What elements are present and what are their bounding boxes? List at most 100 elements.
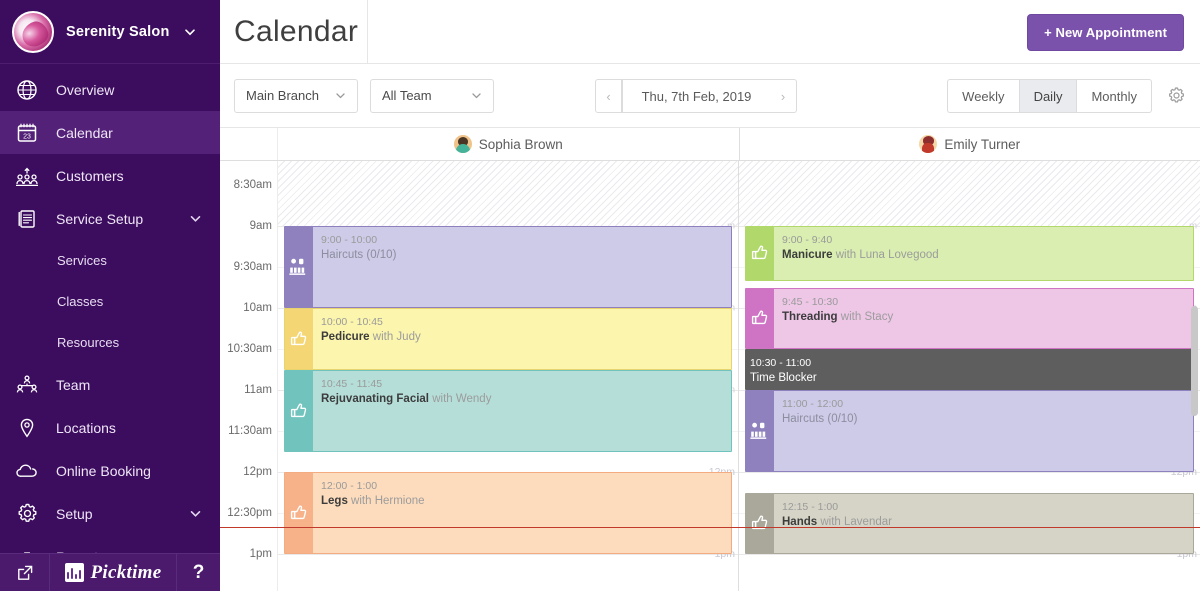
sidebar-item-label: Online Booking (56, 463, 220, 479)
view-daily-button[interactable]: Daily (1019, 79, 1077, 113)
sidebar-item-label: Overview (56, 82, 220, 98)
sidebar-item-locations[interactable]: Locations (0, 406, 220, 449)
sidebar-item-setup[interactable]: Setup (0, 492, 220, 535)
sidebar-item-label: Customers (56, 168, 220, 184)
product-logo[interactable]: Picktime (50, 554, 176, 591)
event-time: 11:00 - 12:00 (782, 397, 1193, 411)
top-header: Calendar + New Appointment (220, 0, 1200, 64)
current-date-label[interactable]: Thu, 7th Feb, 2019 (622, 79, 770, 113)
calendar-column-headers: Sophia Brown Emily Turner (220, 128, 1200, 161)
sidebar-item-label: Service Setup (56, 211, 173, 227)
event-time: 10:45 - 11:45 (321, 377, 731, 391)
thumbs-up-icon (746, 494, 774, 554)
calendar-event[interactable]: 10:30 - 11:00Time Blocker (745, 349, 1194, 390)
prev-date-button[interactable]: ‹ (595, 79, 622, 113)
current-time-line (220, 527, 1200, 528)
calendar-event[interactable]: 12:00 - 1:00Legs with Hermione (284, 472, 732, 554)
sidebar: Serenity Salon Overview 23 Calendar (0, 0, 220, 591)
non-working-hours (278, 161, 738, 226)
calendar-toolbar: Main Branch All Team ‹ Thu, 7th Feb, 201… (220, 64, 1200, 128)
gear-icon (1167, 86, 1186, 105)
chevron-down-icon (189, 212, 202, 225)
scrollbar-thumb[interactable] (1191, 306, 1198, 416)
customers-icon (14, 163, 40, 189)
sidebar-bottom-bar: Picktime ? (0, 553, 220, 591)
sidebar-item-overview[interactable]: Overview (0, 68, 220, 111)
team-icon (14, 372, 40, 398)
main-area: Calendar + New Appointment Main Branch A… (220, 0, 1200, 591)
external-link-button[interactable] (0, 554, 50, 591)
sidebar-item-label: Calendar (56, 125, 220, 141)
event-body: 9:00 - 10:00Haircuts (0/10) (313, 227, 731, 307)
sidebar-item-label: Team (56, 377, 220, 393)
sidebar-nav: Overview 23 Calendar Customers Service S… (0, 64, 220, 578)
calendar-app: Serenity Salon Overview 23 Calendar (0, 0, 1200, 591)
sidebar-subitem-resources[interactable]: Resources (0, 322, 220, 363)
thumbs-up-icon (285, 371, 313, 451)
calendar-event[interactable]: 10:45 - 11:45Rejuvanating Facial with We… (284, 370, 732, 452)
calendar-event[interactable]: 12:15 - 1:00Hands with Lavendar (745, 493, 1194, 555)
event-time: 9:00 - 10:00 (321, 233, 731, 247)
event-title: Threading with Stacy (782, 309, 1193, 325)
sidebar-item-calendar[interactable]: 23 Calendar (0, 111, 220, 154)
grid-line (739, 472, 1200, 473)
event-title: Haircuts (0/10) (321, 247, 731, 263)
help-icon: ? (193, 562, 205, 584)
avatar (454, 135, 472, 153)
brand-selector[interactable]: Serenity Salon (0, 0, 220, 64)
calendar-event[interactable]: 10:00 - 10:45Pedicure with Judy (284, 308, 732, 370)
chevron-down-icon (184, 26, 196, 38)
calendar-event[interactable]: 9:00 - 9:40Manicure with Luna Lovegood (745, 226, 1194, 281)
event-title: Pedicure with Judy (321, 329, 731, 345)
calendar-event[interactable]: 9:45 - 10:30Threading with Stacy (745, 288, 1194, 350)
calendar-scroll-area[interactable]: 8:30am9am9:30am10am10:30am11am11:30am12p… (220, 161, 1200, 591)
team-select-value: All Team (382, 88, 432, 103)
time-label: 10:30am (227, 343, 272, 355)
sidebar-subitem-services[interactable]: Services (0, 240, 220, 281)
new-appointment-button[interactable]: + New Appointment (1027, 14, 1184, 51)
branch-select[interactable]: Main Branch (234, 79, 358, 113)
event-title: Rejuvanating Facial with Wendy (321, 391, 731, 407)
event-body: 10:00 - 10:45Pedicure with Judy (313, 309, 731, 369)
event-title: Time Blocker (750, 370, 1193, 386)
view-weekly-button[interactable]: Weekly (947, 79, 1018, 113)
cloud-icon (14, 458, 40, 484)
next-date-button[interactable]: › (770, 79, 797, 113)
vertical-scrollbar[interactable] (1191, 161, 1198, 591)
branch-select-value: Main Branch (246, 88, 319, 103)
view-monthly-button[interactable]: Monthly (1076, 79, 1152, 113)
sidebar-item-customers[interactable]: Customers (0, 154, 220, 197)
page-title: Calendar (220, 0, 368, 64)
calendar-event[interactable]: 11:00 - 12:00Haircuts (0/10) (745, 390, 1194, 472)
thumbs-up-icon (746, 227, 774, 280)
team-select[interactable]: All Team (370, 79, 494, 113)
avatar (919, 135, 937, 153)
sidebar-item-team[interactable]: Team (0, 363, 220, 406)
sidebar-item-online-booking[interactable]: Online Booking (0, 449, 220, 492)
event-body: 10:45 - 11:45Rejuvanating Facial with We… (313, 371, 731, 451)
event-body: 10:30 - 11:00Time Blocker (746, 350, 1193, 389)
event-time: 12:15 - 1:00 (782, 500, 1193, 514)
event-time: 10:00 - 10:45 (321, 315, 731, 329)
time-label: 11:30am (228, 425, 272, 437)
product-name: Picktime (91, 562, 162, 584)
column-header-sophia-brown[interactable]: Sophia Brown (278, 128, 740, 160)
grid-line (739, 554, 1200, 555)
event-time: 9:45 - 10:30 (782, 295, 1193, 309)
thumbs-up-icon (746, 289, 774, 349)
calendar-event[interactable]: 9:00 - 10:00Haircuts (0/10) (284, 226, 732, 308)
column-header-label: Emily Turner (944, 137, 1020, 152)
column-header-emily-turner[interactable]: Emily Turner (740, 128, 1200, 160)
grid-line (278, 554, 738, 555)
chevron-down-icon (335, 90, 346, 101)
sidebar-item-service-setup[interactable]: Service Setup (0, 197, 220, 240)
column-header-label: Sophia Brown (479, 137, 563, 152)
calendar-settings-button[interactable] (1167, 86, 1186, 110)
time-label: 1pm (250, 548, 272, 560)
non-working-hours (739, 161, 1200, 226)
event-body: 9:45 - 10:30Threading with Stacy (774, 289, 1193, 349)
help-button[interactable]: ? (176, 554, 220, 591)
sidebar-subitem-classes[interactable]: Classes (0, 281, 220, 322)
event-title: Legs with Hermione (321, 493, 731, 509)
time-label: 11am (244, 384, 272, 396)
